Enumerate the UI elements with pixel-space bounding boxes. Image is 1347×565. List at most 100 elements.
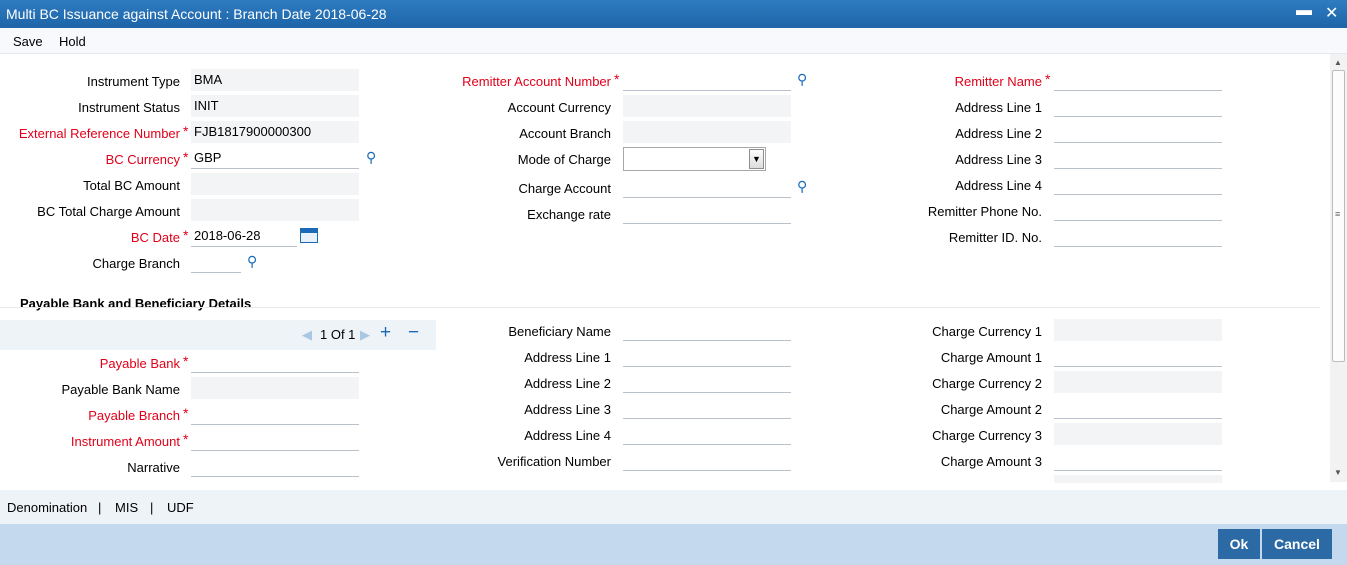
delete-row-icon[interactable]: − bbox=[408, 322, 419, 344]
address-line-3-input[interactable] bbox=[1054, 147, 1222, 169]
charge-amount-2-input[interactable] bbox=[1054, 397, 1222, 419]
instrument-amount-input[interactable] bbox=[191, 429, 359, 451]
partial-field bbox=[1054, 475, 1222, 483]
total-bc-amount-label: Total BC Amount bbox=[83, 178, 180, 193]
charge-currency-1-label: Charge Currency 1 bbox=[932, 324, 1042, 339]
ben-address-line-3-input[interactable] bbox=[623, 397, 791, 419]
required-marker: * bbox=[183, 149, 189, 165]
charge-amount-3-label: Charge Amount 3 bbox=[940, 454, 1042, 469]
remitter-name-label: Remitter Name bbox=[954, 74, 1042, 89]
payable-bank-name-field bbox=[191, 377, 359, 399]
remitter-name-input[interactable] bbox=[1054, 69, 1222, 91]
bc-date-label: BC Date bbox=[130, 230, 180, 245]
charge-amount-1-label: Charge Amount 1 bbox=[940, 350, 1042, 365]
save-menu-item[interactable]: Save bbox=[13, 34, 43, 49]
address-line-3-label: Address Line 3 bbox=[955, 152, 1042, 167]
ben-address-line-3-label: Address Line 3 bbox=[524, 402, 611, 417]
charge-currency-1-field bbox=[1054, 319, 1222, 341]
search-icon[interactable]: ⚲ bbox=[247, 253, 257, 270]
scroll-up-icon[interactable]: ▲ bbox=[1334, 58, 1342, 67]
scroll-down-icon[interactable]: ▼ bbox=[1334, 468, 1342, 477]
payable-branch-input[interactable] bbox=[191, 403, 359, 425]
mode-of-charge-select[interactable]: ▼ bbox=[623, 147, 766, 171]
search-icon[interactable]: ⚲ bbox=[797, 178, 807, 195]
bc-total-charge-label: BC Total Charge Amount bbox=[37, 204, 180, 219]
udf-link[interactable]: UDF bbox=[167, 500, 194, 515]
account-branch-field bbox=[623, 121, 791, 143]
ben-address-line-2-input[interactable] bbox=[623, 371, 791, 393]
narrative-input[interactable] bbox=[191, 455, 359, 477]
vertical-scrollbar[interactable]: ▲ ≡ ▼ bbox=[1330, 54, 1347, 482]
verification-number-input[interactable] bbox=[623, 449, 791, 471]
payable-branch-label: Payable Branch bbox=[88, 408, 180, 423]
charge-currency-3-field bbox=[1054, 423, 1222, 445]
charge-amount-1-input[interactable] bbox=[1054, 345, 1222, 367]
ben-address-line-1-input[interactable] bbox=[623, 345, 791, 367]
payable-bank-input[interactable] bbox=[191, 351, 359, 373]
ben-address-line-1-label: Address Line 1 bbox=[524, 350, 611, 365]
scrollbar-thumb[interactable]: ≡ bbox=[1332, 70, 1345, 362]
beneficiary-name-label: Beneficiary Name bbox=[508, 324, 611, 339]
required-marker: * bbox=[183, 405, 189, 421]
instrument-type-field: BMA bbox=[191, 69, 359, 91]
remitter-phone-input[interactable] bbox=[1054, 199, 1222, 221]
required-marker: * bbox=[614, 71, 620, 87]
exchange-rate-label: Exchange rate bbox=[527, 207, 611, 222]
footer-bar: Ok Cancel bbox=[0, 524, 1347, 565]
address-line-2-label: Address Line 2 bbox=[955, 126, 1042, 141]
form-content: Instrument Type BMA Instrument Status IN… bbox=[0, 54, 1330, 490]
verification-number-label: Verification Number bbox=[497, 454, 611, 469]
chevron-down-icon[interactable]: ▼ bbox=[749, 149, 764, 169]
external-ref-field: FJB1817900000300 bbox=[191, 121, 359, 143]
charge-account-input[interactable] bbox=[623, 176, 791, 198]
minimize-icon[interactable]: ▬ bbox=[1296, 2, 1312, 20]
close-icon[interactable]: ✕ bbox=[1325, 3, 1338, 23]
charge-amount-3-input[interactable] bbox=[1054, 449, 1222, 471]
ben-address-line-2-label: Address Line 2 bbox=[524, 376, 611, 391]
charge-branch-input[interactable] bbox=[191, 251, 241, 273]
ben-address-line-4-input[interactable] bbox=[623, 423, 791, 445]
charge-currency-3-label: Charge Currency 3 bbox=[932, 428, 1042, 443]
address-line-2-input[interactable] bbox=[1054, 121, 1222, 143]
search-icon[interactable]: ⚲ bbox=[366, 149, 376, 166]
ok-button[interactable]: Ok bbox=[1218, 529, 1260, 559]
prev-record-icon[interactable]: ◀ bbox=[302, 327, 312, 343]
grip-icon: ≡ bbox=[1335, 209, 1341, 219]
calendar-icon[interactable] bbox=[300, 228, 318, 243]
instrument-status-label: Instrument Status bbox=[78, 100, 180, 115]
instrument-type-label: Instrument Type bbox=[87, 74, 180, 89]
bc-currency-input[interactable]: GBP bbox=[191, 147, 359, 169]
payable-bank-label: Payable Bank bbox=[99, 356, 180, 371]
mis-link[interactable]: MIS bbox=[115, 500, 138, 515]
external-ref-label: External Reference Number bbox=[18, 126, 180, 141]
link-separator: | bbox=[98, 500, 102, 515]
denomination-link[interactable]: Denomination bbox=[7, 500, 87, 515]
narrative-label: Narrative bbox=[127, 460, 180, 475]
charge-account-label: Charge Account bbox=[518, 181, 611, 196]
remitter-account-input[interactable] bbox=[623, 69, 791, 91]
exchange-rate-input[interactable] bbox=[623, 202, 791, 224]
address-line-1-input[interactable] bbox=[1054, 95, 1222, 117]
charge-branch-label: Charge Branch bbox=[92, 256, 180, 271]
remitter-id-input[interactable] bbox=[1054, 225, 1222, 247]
next-record-icon[interactable]: ▶ bbox=[360, 327, 370, 343]
bc-date-input[interactable]: 2018-06-28 bbox=[191, 225, 297, 247]
beneficiary-name-input[interactable] bbox=[623, 319, 791, 341]
account-currency-field bbox=[623, 95, 791, 117]
remitter-account-label: Remitter Account Number bbox=[462, 74, 611, 89]
required-marker: * bbox=[1045, 71, 1051, 87]
account-currency-label: Account Currency bbox=[507, 100, 611, 115]
ben-address-line-4-label: Address Line 4 bbox=[524, 428, 611, 443]
search-icon[interactable]: ⚲ bbox=[797, 71, 807, 88]
charge-amount-2-label: Charge Amount 2 bbox=[940, 402, 1042, 417]
hold-menu-item[interactable]: Hold bbox=[59, 34, 86, 49]
address-line-4-input[interactable] bbox=[1054, 173, 1222, 195]
charge-currency-2-field bbox=[1054, 371, 1222, 393]
address-line-4-label: Address Line 4 bbox=[955, 178, 1042, 193]
charge-currency-2-label: Charge Currency 2 bbox=[932, 376, 1042, 391]
cancel-button[interactable]: Cancel bbox=[1262, 529, 1332, 559]
add-row-icon[interactable]: + bbox=[380, 322, 391, 344]
address-line-1-label: Address Line 1 bbox=[955, 100, 1042, 115]
mode-of-charge-label: Mode of Charge bbox=[517, 152, 611, 167]
menu-bar: Save Hold bbox=[0, 28, 1347, 54]
